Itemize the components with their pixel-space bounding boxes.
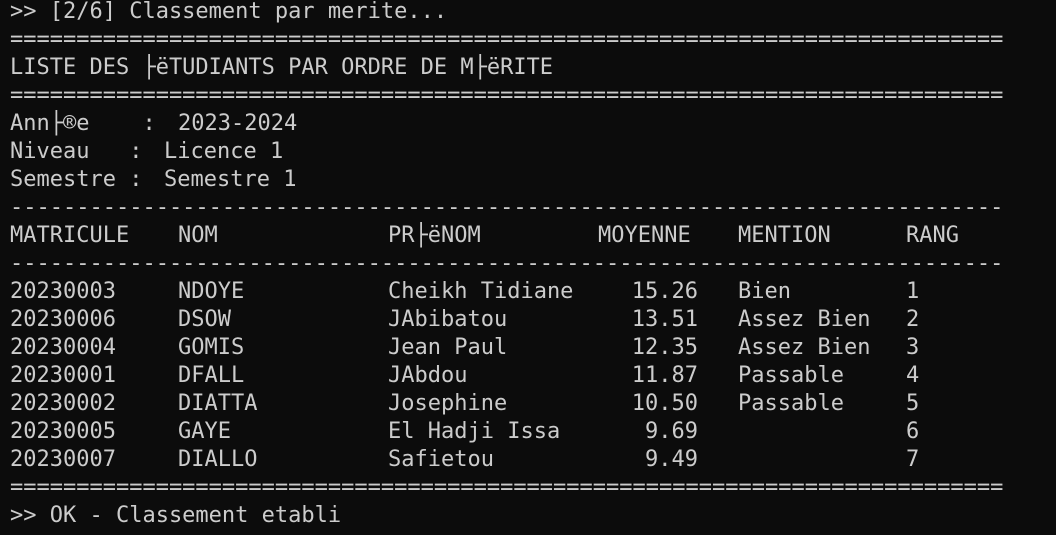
meta-value: Licence 1 <box>164 139 284 164</box>
header-moyenne: MOYENNE <box>598 223 691 248</box>
cell-moyenne: 15.26 <box>631 279 698 304</box>
meta-value: 2023-2024 <box>178 111 298 136</box>
cell-matricule: 20230003 <box>10 279 116 304</box>
cell-nom: DSOW <box>178 307 231 332</box>
meta-semestre: Semestre : Semestre 1 <box>10 166 1056 194</box>
cell-nom: GOMIS <box>178 335 245 360</box>
header-matricule: MATRICULE <box>10 223 130 248</box>
cell-matricule: 20230006 <box>10 307 116 332</box>
rule-double: ========================================… <box>10 83 1004 108</box>
step-line: >> [2/6] Classement par merite... <box>10 0 448 24</box>
header-mention: MENTION <box>738 223 831 248</box>
report-title: LISTE DES ├ëTUDIANTS PAR ORDRE DE M├ëRIT… <box>10 55 554 80</box>
table-row: 20230005 GAYE El Hadji Issa 9.69 6 <box>10 418 1056 446</box>
cell-prenom: Cheikh Tidiane <box>388 279 574 304</box>
table-row: 20230001 DFALL JAbdou 11.87 Passable 4 <box>10 362 1056 390</box>
cell-rang: 3 <box>906 335 920 360</box>
table-row: 20230007 DIALLO Safietou 9.49 7 <box>10 446 1056 474</box>
cell-prenom: JAbibatou <box>388 307 508 332</box>
meta-label: Semestre : <box>10 167 143 192</box>
header-nom: NOM <box>178 223 218 248</box>
table-row: 20230002 DIATTA Josephine 10.50 Passable… <box>10 390 1056 418</box>
table-row: 20230003 NDOYE Cheikh Tidiane 15.26 Bien… <box>10 278 1056 306</box>
rule-single: ----------------------------------------… <box>10 251 1004 276</box>
done-line: >> OK - Classement etabli <box>10 503 342 528</box>
cell-moyenne: 11.87 <box>631 363 698 388</box>
cell-moyenne: 9.49 <box>645 447 698 472</box>
rule-double: ========================================… <box>10 27 1004 52</box>
cell-mention: Bien <box>738 279 791 304</box>
header-prenom: PR├ëNOM <box>388 223 481 248</box>
cell-rang: 7 <box>906 447 920 472</box>
cell-prenom: JAbdou <box>388 363 468 388</box>
meta-label: Ann├®e : <box>10 111 156 136</box>
cell-matricule: 20230002 <box>10 391 116 416</box>
table-row: 20230006 DSOW JAbibatou 13.51 Assez Bien… <box>10 306 1056 334</box>
cell-prenom: Josephine <box>388 391 508 416</box>
cell-moyenne: 13.51 <box>631 307 698 332</box>
cell-prenom: El Hadji Issa <box>388 419 561 444</box>
cell-rang: 1 <box>906 279 920 304</box>
cell-nom: DFALL <box>178 363 245 388</box>
cell-rang: 2 <box>906 307 920 332</box>
cell-mention: Passable <box>738 363 844 388</box>
terminal-window[interactable]: >> [2/6] Classement par merite... ======… <box>0 0 1056 535</box>
cell-matricule: 20230007 <box>10 447 116 472</box>
cell-rang: 6 <box>906 419 920 444</box>
table-row: 20230004 GOMIS Jean Paul 12.35 Assez Bie… <box>10 334 1056 362</box>
cell-moyenne: 10.50 <box>631 391 698 416</box>
header-rang: RANG <box>906 223 959 248</box>
rule-double: ========================================… <box>10 475 1004 500</box>
meta-niveau: Niveau : Licence 1 <box>10 138 1056 166</box>
rule-single: ----------------------------------------… <box>10 195 1004 220</box>
cell-matricule: 20230004 <box>10 335 116 360</box>
cell-matricule: 20230001 <box>10 363 116 388</box>
cell-nom: DIALLO <box>178 447 258 472</box>
cell-moyenne: 9.69 <box>645 419 698 444</box>
cell-nom: GAYE <box>178 419 231 444</box>
cell-moyenne: 12.35 <box>631 335 698 360</box>
table-header: MATRICULE NOM PR├ëNOM MOYENNE MENTION RA… <box>10 222 1056 250</box>
cell-rang: 5 <box>906 391 920 416</box>
meta-annee: Ann├®e : 2023-2024 <box>10 110 1056 138</box>
cell-rang: 4 <box>906 363 920 388</box>
cell-prenom: Safietou <box>388 447 494 472</box>
cell-prenom: Jean Paul <box>388 335 508 360</box>
cell-mention: Passable <box>738 391 844 416</box>
meta-value: Semestre 1 <box>164 167 297 192</box>
cell-nom: NDOYE <box>178 279 245 304</box>
meta-label: Niveau : <box>10 139 143 164</box>
cell-mention: Assez Bien <box>738 335 871 360</box>
cell-mention: Assez Bien <box>738 307 871 332</box>
cell-nom: DIATTA <box>178 391 258 416</box>
cell-matricule: 20230005 <box>10 419 116 444</box>
